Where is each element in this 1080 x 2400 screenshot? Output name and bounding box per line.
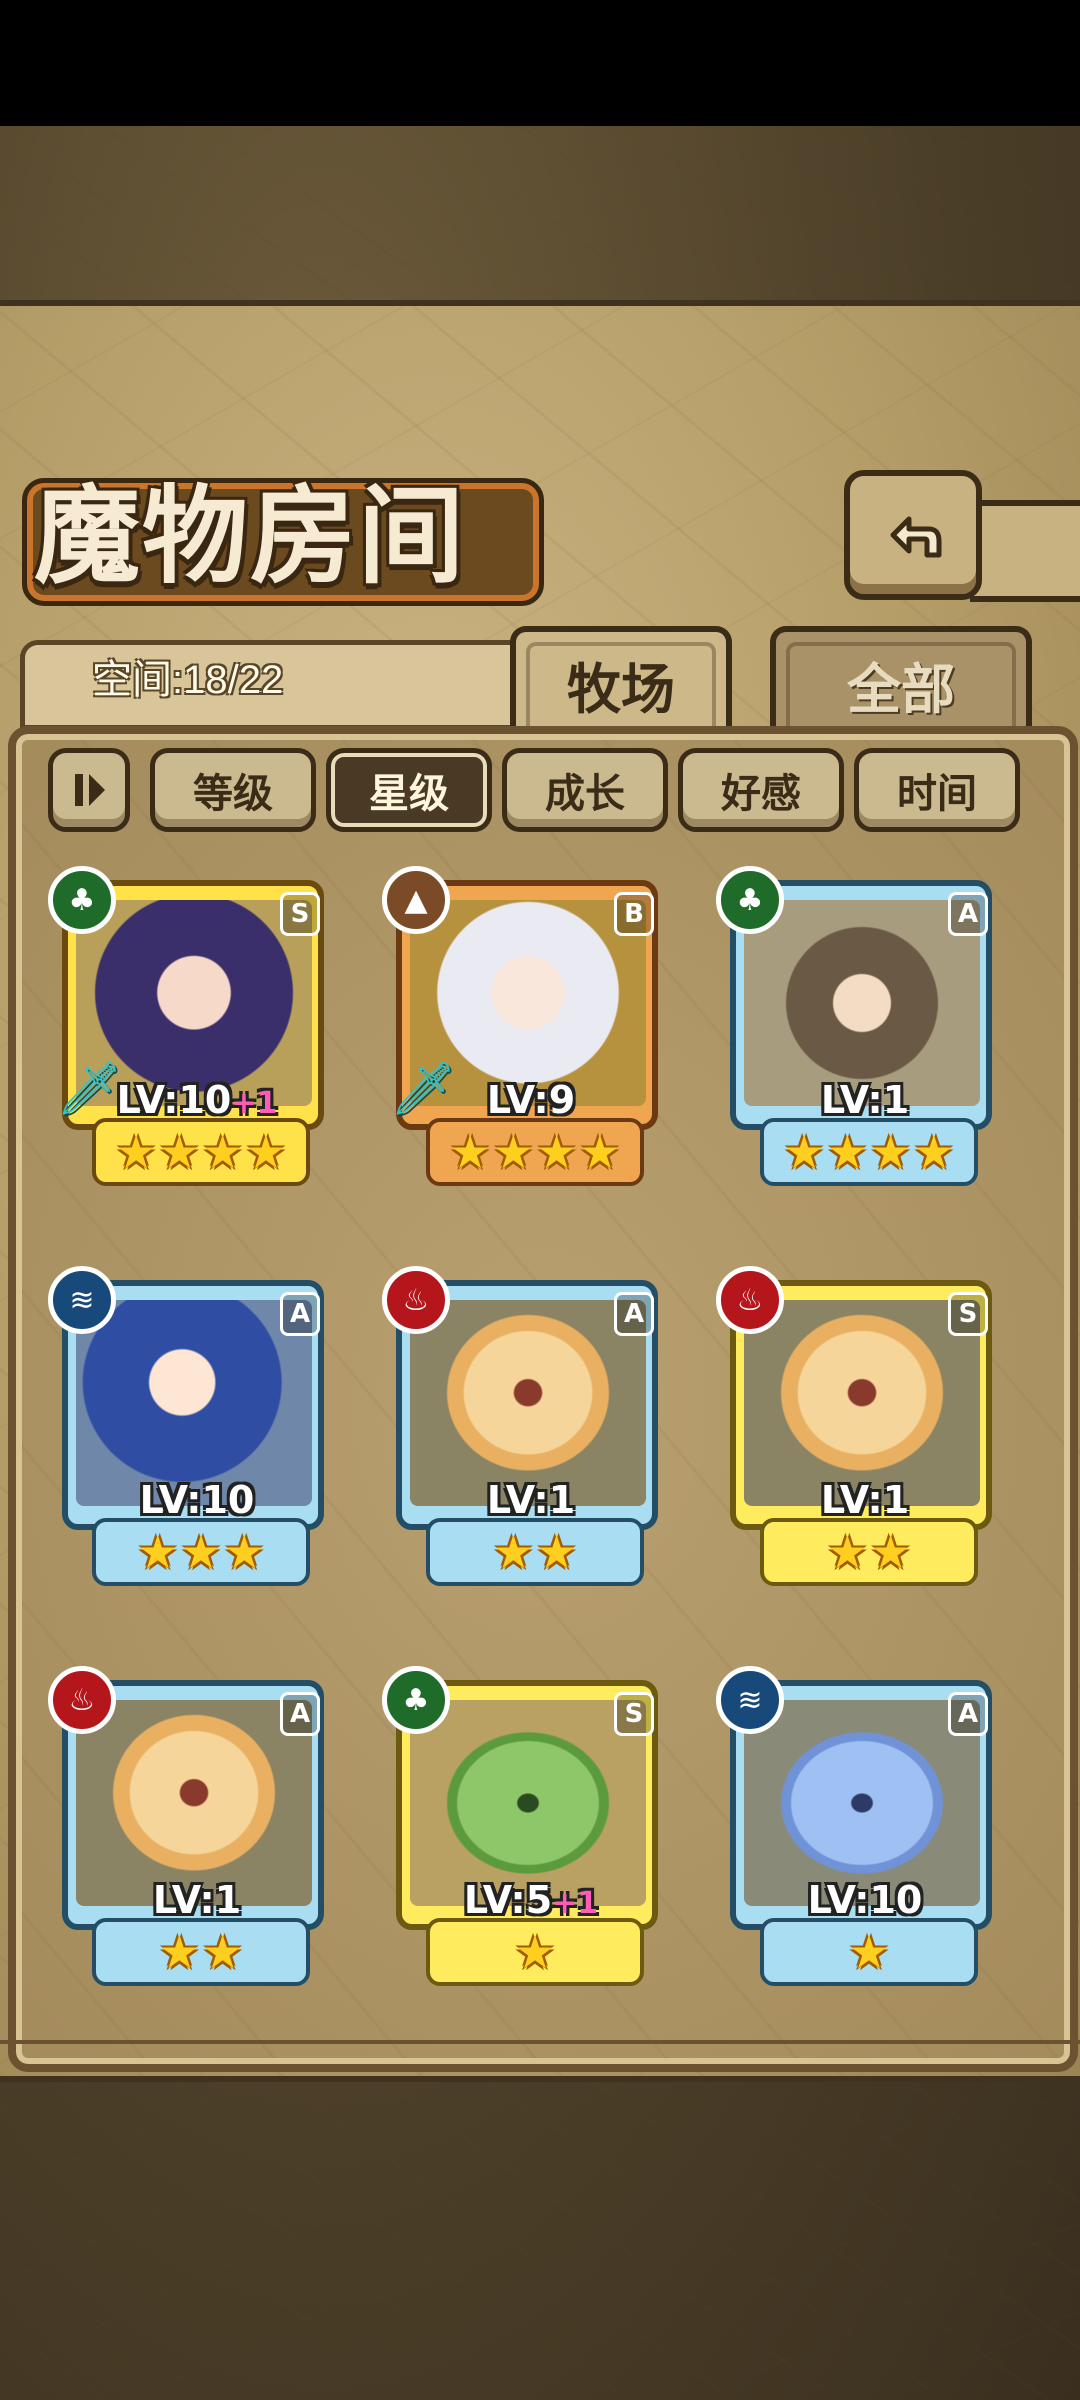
monster-portrait [744, 900, 980, 1106]
sort-growth-label: 成长 [545, 771, 625, 817]
wood-element-icon: ♣ [48, 866, 116, 934]
tab-all[interactable]: 全部 [770, 626, 1032, 736]
star-rating: ★ [760, 1918, 978, 1986]
monster-card[interactable]: ♣ A LV:1 ★ ★ ★ ★ [716, 866, 1010, 1188]
rank-badge: A [280, 1292, 320, 1336]
sort-star-button[interactable]: 星级 [326, 748, 492, 832]
monster-level: LV:10 [139, 1478, 255, 1522]
rank-badge: S [614, 1692, 654, 1736]
monster-card[interactable]: ♨ A LV:1 ★ ★ [382, 1266, 676, 1588]
star-rating: ★ ★ [760, 1518, 978, 1586]
space-counter: 空间:18/22 [92, 658, 284, 702]
star-rating: ★ ★ [92, 1918, 310, 1986]
fire-element-icon: ♨ [716, 1266, 784, 1334]
monster-level: LV:1 [486, 1478, 576, 1522]
rank-badge: A [948, 1692, 988, 1736]
panel-bottom-edge [0, 2040, 1080, 2084]
sort-level-button[interactable]: 等级 [150, 748, 316, 832]
monster-card[interactable]: ♨ S LV:1 ★ ★ [716, 1266, 1010, 1588]
monster-portrait [76, 1300, 312, 1506]
sort-level-label: 等级 [193, 771, 273, 817]
monster-level: LV:1 [820, 1478, 910, 1522]
status-bar [0, 0, 1080, 126]
fire-element-icon: ♨ [382, 1266, 450, 1334]
star-rating: ★ ★ ★ [92, 1518, 310, 1586]
monster-level: LV:10 [807, 1878, 923, 1922]
water-element-icon: ≋ [716, 1666, 784, 1734]
star-rating: ★ [426, 1918, 644, 1986]
back-button[interactable] [844, 470, 982, 600]
back-bar-decoration [970, 500, 1080, 602]
sort-time-button[interactable]: 时间 [854, 748, 1020, 832]
sort-order-toggle-button[interactable] [48, 748, 130, 832]
rank-badge: S [280, 892, 320, 936]
monster-card[interactable]: ♣ S LV:5+1 ★ [382, 1666, 676, 1988]
monster-level: LV:10+1 [116, 1078, 278, 1122]
monster-level: LV:9 [486, 1078, 576, 1122]
back-arrow-icon [890, 516, 942, 558]
rank-badge: A [280, 1692, 320, 1736]
sort-star-label: 星级 [369, 771, 449, 817]
fire-element-icon: ♨ [48, 1666, 116, 1734]
monster-level: LV:1 [820, 1078, 910, 1122]
monster-portrait [410, 1300, 646, 1506]
page-title: 魔物房间 [34, 473, 466, 598]
rank-badge: A [614, 1292, 654, 1336]
monster-portrait [410, 1700, 646, 1906]
sort-time-label: 时间 [897, 771, 977, 817]
monster-card[interactable]: ≋ A LV:10 ★ [716, 1666, 1010, 1988]
rank-badge: S [948, 1292, 988, 1336]
star-rating: ★ ★ ★ ★ [92, 1118, 310, 1186]
rank-badge: A [948, 892, 988, 936]
monster-card[interactable]: ♨ A LV:1 ★ ★ [48, 1666, 342, 1988]
earth-element-icon: ▲ [382, 866, 450, 934]
star-rating: ★ ★ ★ ★ [760, 1118, 978, 1186]
sort-affection-label: 好感 [721, 771, 801, 817]
sort-growth-button[interactable]: 成长 [502, 748, 668, 832]
monster-level: LV:1 [152, 1878, 242, 1922]
tab-ranch[interactable]: 牧场 [510, 626, 732, 736]
star-rating: ★ ★ [426, 1518, 644, 1586]
wood-element-icon: ♣ [716, 866, 784, 934]
monster-portrait [76, 1700, 312, 1906]
monster-level: LV:5+1 [463, 1878, 599, 1922]
monster-portrait [744, 1700, 980, 1906]
rank-badge: B [614, 892, 654, 936]
monster-card[interactable]: ♣ S 🗡 LV:10+1 ★ ★ ★ ★ [48, 866, 342, 1188]
water-element-icon: ≋ [48, 1266, 116, 1334]
star-rating: ★ ★ ★ ★ [426, 1118, 644, 1186]
monster-portrait [744, 1300, 980, 1506]
sort-affection-button[interactable]: 好感 [678, 748, 844, 832]
wood-element-icon: ♣ [382, 1666, 450, 1734]
monster-card[interactable]: ≋ A LV:10 ★ ★ ★ [48, 1266, 342, 1588]
sort-toggle-icon [75, 774, 105, 806]
monster-card[interactable]: ▲ B 🗡 LV:9 ★ ★ ★ ★ [382, 866, 676, 1188]
